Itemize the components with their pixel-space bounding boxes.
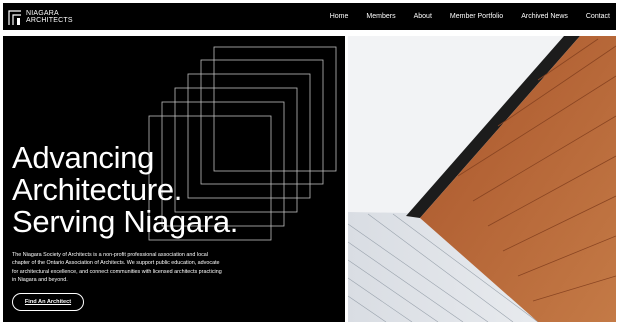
logo-line-2: ARCHITECTS — [26, 16, 73, 24]
nav-contact[interactable]: Contact — [586, 13, 610, 20]
hero-panel: Advancing Architecture. Serving Niagara.… — [3, 36, 345, 322]
logo-text: NIAGARA ARCHITECTS — [26, 10, 73, 24]
headline-line-1: Advancing — [12, 140, 155, 175]
headline-line-3: Serving Niagara. — [12, 204, 239, 239]
headline-line-2: Architecture. — [12, 172, 183, 207]
find-an-architect-button[interactable]: Find An Architect — [12, 293, 84, 311]
building-facade-image — [348, 36, 616, 322]
site-logo[interactable]: NIAGARA ARCHITECTS — [8, 6, 78, 27]
logo-mark-icon — [8, 8, 22, 26]
nav-archived-news[interactable]: Archived News — [521, 13, 568, 20]
nav-about[interactable]: About — [414, 13, 432, 20]
logo-line-1: NIAGARA — [26, 9, 59, 17]
hero-headline: Advancing Architecture. Serving Niagara. — [12, 142, 238, 238]
hero-photo — [348, 36, 616, 322]
main-nav: Home Members About Member Portfolio Arch… — [312, 3, 610, 30]
hero-description: The Niagara Society of Architects is a n… — [12, 252, 222, 284]
nav-home[interactable]: Home — [330, 13, 349, 20]
top-navigation-bar: NIAGARA ARCHITECTS Home Members About Me… — [3, 3, 616, 30]
nav-members[interactable]: Members — [366, 13, 395, 20]
nav-member-portfolio[interactable]: Member Portfolio — [450, 13, 503, 20]
